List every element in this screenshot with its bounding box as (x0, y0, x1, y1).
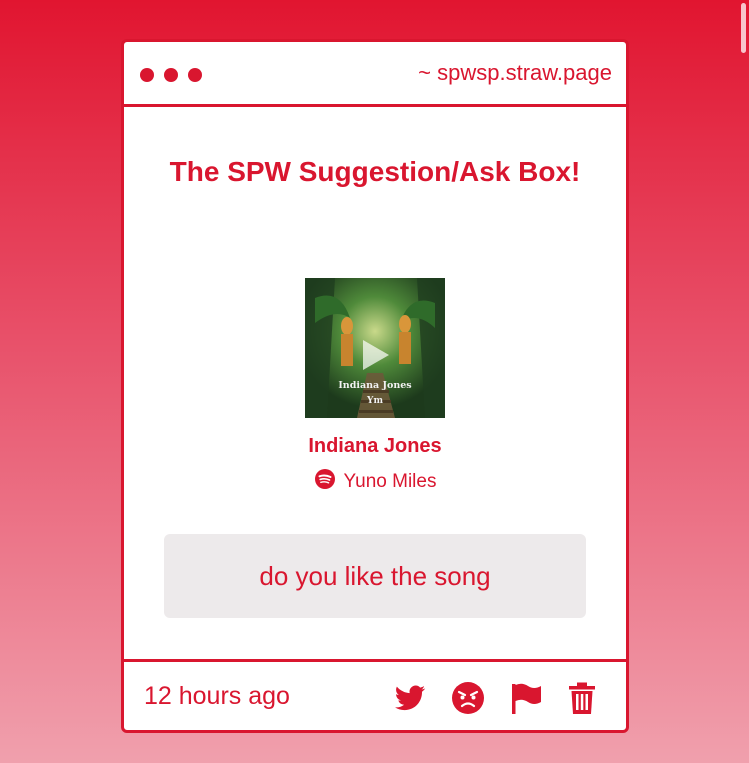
window-dot-3 (188, 68, 202, 82)
twitter-icon[interactable] (392, 680, 428, 716)
flag-icon[interactable] (508, 680, 544, 716)
page-scrollbar[interactable] (737, 0, 749, 763)
artist-name: Yuno Miles (343, 471, 437, 492)
question-box: do you like the song (164, 534, 586, 618)
page-title: The SPW Suggestion/Ask Box! (169, 156, 581, 187)
artist-row[interactable]: Yuno Miles (124, 468, 626, 496)
site-url[interactable]: ~ spwsp.straw.page (418, 60, 612, 86)
window-dot-1 (140, 68, 154, 82)
window-titlebar: ~ spwsp.straw.page (124, 42, 626, 107)
album-text-initials: Ym (366, 396, 383, 406)
scrollbar-thumb[interactable] (741, 3, 746, 53)
timestamp: 12 hours ago (144, 682, 290, 710)
album-text-title: Indiana Jones (338, 380, 411, 391)
trash-icon[interactable] (564, 680, 600, 716)
album-art: Indiana Jones Ym (305, 278, 445, 418)
album-cover[interactable]: Indiana Jones Ym (305, 278, 445, 418)
window-dot-2 (164, 68, 178, 82)
spotify-icon (314, 468, 336, 496)
song-title[interactable]: Indiana Jones (124, 435, 626, 458)
angry-face-icon[interactable] (450, 680, 486, 716)
question-text: do you like the song (259, 560, 491, 591)
card-footer: 12 hours ago (124, 659, 626, 733)
ask-card: ~ spwsp.straw.page The SPW Suggestion/As… (121, 39, 629, 733)
